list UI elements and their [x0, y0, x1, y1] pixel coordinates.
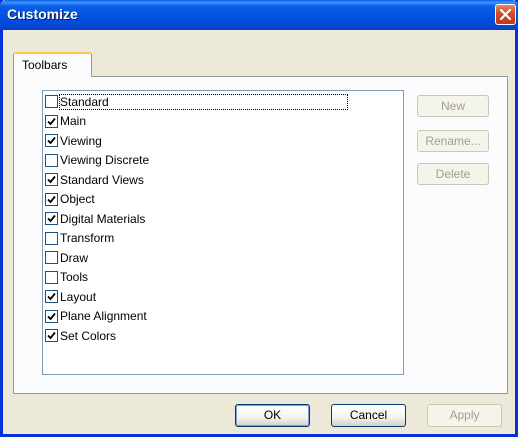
toolbar-checkbox[interactable]	[45, 270, 58, 284]
title-bar[interactable]: Customize	[0, 0, 518, 30]
close-button[interactable]	[495, 4, 516, 25]
toolbar-label: Viewing	[60, 133, 102, 148]
check-icon	[47, 292, 56, 301]
toolbar-list-item[interactable]: Standard	[44, 92, 399, 111]
toolbar-list-item[interactable]: Transform	[44, 229, 399, 248]
check-icon	[47, 117, 56, 125]
toolbar-label: Plane Alignment	[60, 309, 147, 323]
toolbar-checkbox[interactable]	[45, 290, 58, 303]
toolbar-label: Main	[60, 114, 87, 128]
toolbar-list-item[interactable]: Draw	[44, 248, 399, 267]
toolbar-label: Tools	[60, 270, 89, 284]
toolbar-list-item[interactable]: Digital Materials	[44, 209, 399, 228]
toolbar-checkbox[interactable]	[45, 309, 58, 323]
tab-toolbars-label: Toolbars	[22, 58, 68, 72]
toolbar-checkbox[interactable]	[45, 95, 58, 108]
close-icon	[500, 9, 511, 20]
check-icon	[47, 136, 56, 145]
toolbar-label: Object	[60, 192, 95, 206]
toolbar-label: Draw	[60, 250, 89, 265]
toolbar-checkbox[interactable]	[45, 153, 58, 167]
toolbar-label: Standard	[59, 93, 348, 110]
toolbar-list-item[interactable]: Object	[44, 190, 399, 209]
toolbar-list-item[interactable]: Viewing Discrete	[44, 151, 399, 170]
toolbar-label: Transform	[60, 231, 115, 245]
toolbar-checkbox[interactable]	[45, 212, 58, 225]
check-icon	[47, 175, 56, 184]
check-icon	[47, 312, 56, 320]
cancel-button[interactable]: Cancel	[331, 404, 406, 427]
toolbar-list-item[interactable]: Standard Views	[44, 170, 399, 189]
toolbar-label: Set Colors	[60, 328, 117, 343]
toolbar-list-item[interactable]: Set Colors	[44, 326, 399, 345]
apply-button[interactable]: Apply	[427, 404, 502, 427]
toolbar-label: Standard Views	[60, 172, 144, 187]
toolbar-list-item[interactable]: Viewing	[44, 131, 399, 150]
toolbar-checkbox[interactable]	[45, 173, 58, 186]
toolbar-label: Layout	[60, 289, 97, 304]
check-icon	[47, 214, 56, 223]
toolbar-list-item[interactable]: Tools	[44, 268, 399, 287]
ok-button[interactable]: OK	[235, 404, 310, 427]
toolbar-list-item[interactable]: Plane Alignment	[44, 307, 399, 326]
customize-dialog: Customize Toolbars Standard Main Viewing Vi…	[0, 0, 518, 437]
window-title: Customize	[7, 6, 78, 22]
toolbar-label: Digital Materials	[60, 211, 146, 226]
check-icon	[47, 331, 56, 340]
toolbar-label: Viewing Discrete	[60, 153, 150, 167]
check-icon	[47, 195, 56, 203]
toolbar-checkbox[interactable]	[45, 192, 58, 206]
toolbar-list-item[interactable]: Main	[44, 112, 399, 131]
toolbars-panel: Standard Main Viewing Viewing Discrete Stand…	[13, 76, 508, 394]
toolbar-checkbox[interactable]	[45, 251, 58, 264]
toolbar-checkbox[interactable]	[45, 114, 58, 128]
toolbar-checkbox[interactable]	[45, 329, 58, 342]
tab-toolbars[interactable]: Toolbars	[13, 52, 92, 77]
rename-button[interactable]: Rename...	[417, 130, 489, 152]
toolbar-list[interactable]: Standard Main Viewing Viewing Discrete Stand…	[42, 90, 404, 375]
delete-button[interactable]: Delete	[417, 163, 489, 185]
toolbar-checkbox[interactable]	[45, 231, 58, 245]
new-button[interactable]: New	[417, 95, 489, 117]
toolbar-checkbox[interactable]	[45, 134, 58, 147]
toolbar-list-item[interactable]: Layout	[44, 287, 399, 306]
